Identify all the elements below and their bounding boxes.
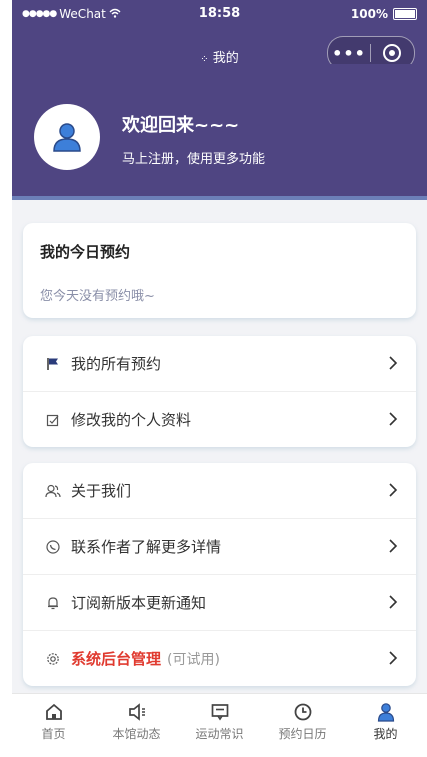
news-icon [128, 703, 145, 721]
chevron-right-icon [389, 595, 398, 609]
welcome-text: 欢迎回来~~~ [122, 115, 240, 136]
battery-info: 100% [351, 7, 417, 21]
tab-home[interactable]: 首页 [12, 694, 95, 745]
users-icon [45, 483, 61, 499]
close-icon [383, 44, 401, 62]
phone-screen: ●●●●● WeChat 18:58 100% ⁘ 我的 ••• 欢迎回来~~~… [12, 0, 427, 745]
menu-item-contact-author[interactable]: 联系作者了解更多详情 [23, 519, 416, 575]
menu-item-edit-profile[interactable]: 修改我的个人资料 [23, 392, 416, 447]
menu-group-about: 关于我们 联系作者了解更多详情 订阅新版本更新通知 系统后台管理 (可试用) [23, 463, 416, 686]
phone-icon [45, 539, 61, 555]
chevron-right-icon [389, 412, 398, 426]
tab-label: 本馆动态 [112, 727, 161, 741]
today-title: 我的今日预约 [40, 243, 131, 261]
tab-label: 运动常识 [195, 727, 244, 741]
tab-label: 我的 [373, 727, 398, 741]
menu-item-all-appointments[interactable]: 我的所有预约 [23, 336, 416, 392]
battery-icon [393, 8, 417, 20]
today-empty-text: 您今天没有预约哦~ [40, 289, 155, 304]
menu-label: 系统后台管理 [71, 650, 162, 668]
message-icon [211, 704, 228, 721]
navigation-bar: ⁘ 我的 ••• [12, 28, 427, 70]
tab-news[interactable]: 本馆动态 [95, 694, 178, 745]
clock-icon [294, 703, 311, 721]
profile-header: 欢迎回来~~~ 马上注册，使用更多功能 [12, 64, 427, 196]
more-button[interactable]: ••• [328, 44, 370, 63]
menu-item-subscribe[interactable]: 订阅新版本更新通知 [23, 575, 416, 631]
trial-note: (可试用) [167, 651, 220, 668]
user-icon [53, 123, 81, 152]
tab-mine[interactable]: 我的 [344, 694, 427, 745]
today-appointments-card: 我的今日预约 您今天没有预约哦~ [23, 223, 416, 318]
edit-icon [45, 412, 61, 428]
close-button[interactable] [371, 44, 413, 62]
tab-label: 预约日历 [278, 727, 327, 741]
tab-knowledge[interactable]: 运动常识 [178, 694, 261, 745]
menu-label: 订阅新版本更新通知 [71, 594, 207, 612]
menu-group-appointments: 我的所有预约 修改我的个人资料 [23, 336, 416, 447]
chevron-right-icon [389, 356, 398, 370]
flag-icon [45, 356, 61, 372]
tab-label: 首页 [41, 727, 66, 741]
bell-icon [45, 595, 61, 611]
gear-icon [45, 651, 61, 667]
header-divider [12, 196, 427, 200]
menu-label: 修改我的个人资料 [71, 411, 192, 429]
tab-bar: 首页 本馆动态 运动常识 预约日历 我的 [12, 693, 427, 745]
avatar[interactable] [34, 104, 100, 170]
battery-percent: 100% [350, 7, 388, 21]
menu-label: 联系作者了解更多详情 [71, 538, 222, 556]
menu-label: 关于我们 [71, 482, 132, 500]
home-icon [45, 703, 62, 720]
menu-item-about-us[interactable]: 关于我们 [23, 463, 416, 519]
chevron-right-icon [389, 483, 398, 497]
chevron-right-icon [389, 651, 398, 665]
user-icon [377, 703, 394, 722]
chevron-right-icon [389, 539, 398, 553]
menu-item-admin[interactable]: 系统后台管理 (可试用) [23, 631, 416, 686]
tab-calendar[interactable]: 预约日历 [261, 694, 344, 745]
register-link[interactable]: 马上注册，使用更多功能 [122, 148, 265, 167]
menu-label: 我的所有预约 [71, 355, 162, 373]
